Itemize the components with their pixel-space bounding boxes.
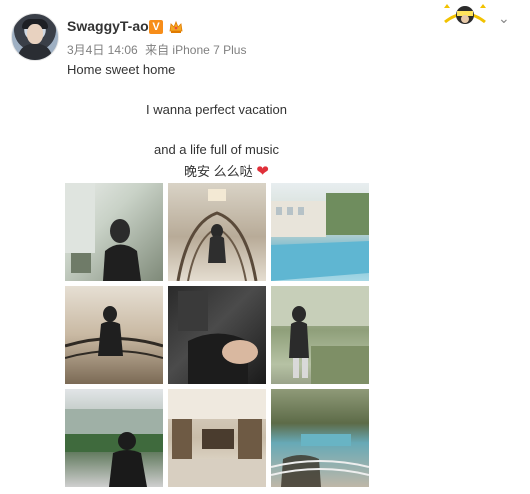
crown-icon[interactable] xyxy=(168,19,184,35)
source-prefix: 来自 xyxy=(145,43,170,57)
balcony-figure-icon xyxy=(65,306,163,359)
post-timestamp[interactable]: 3月4日 14:06 xyxy=(67,43,138,57)
closeup-hand-icon xyxy=(178,291,258,384)
heart-icon: ❤ xyxy=(256,163,269,180)
post-text-line-2: I wanna perfect vacation xyxy=(146,102,287,117)
pool-gate-icon xyxy=(271,434,369,487)
photo-5[interactable] xyxy=(168,286,266,384)
photo-3[interactable] xyxy=(271,183,369,281)
photo-8[interactable] xyxy=(168,389,266,487)
bedroom-interior-icon xyxy=(168,389,266,487)
avatar-body xyxy=(18,44,52,60)
verified-v-icon[interactable]: V xyxy=(149,20,163,34)
source-device[interactable]: iPhone 7 Plus xyxy=(172,43,246,57)
staircase-figure-icon xyxy=(176,189,258,281)
photo-6[interactable] xyxy=(271,286,369,384)
post-text-line-3: and a life full of music xyxy=(154,142,280,157)
post-text-line-4: 晚安 么么哒 ❤ xyxy=(184,161,269,180)
photo-1[interactable] xyxy=(65,183,163,281)
card-decoration-icon xyxy=(444,4,486,24)
username-link[interactable]: SwaggyT-ao xyxy=(67,18,149,34)
avatar[interactable] xyxy=(11,13,59,61)
avatar-face xyxy=(27,24,43,44)
photo-4[interactable] xyxy=(65,286,163,384)
post-text-goodnight: 晚安 么么哒 xyxy=(184,164,253,179)
post-text-line-1: Home sweet home xyxy=(67,62,176,77)
chevron-down-icon[interactable]: ⌄ xyxy=(498,10,510,27)
terrace-figure-icon xyxy=(65,409,163,487)
villa-pool-icon xyxy=(271,193,369,281)
garden-figure-icon xyxy=(271,286,369,384)
person-figure-icon xyxy=(65,183,141,281)
photo-2[interactable] xyxy=(168,183,266,281)
post-meta: 3月4日 14:06 来自 iPhone 7 Plus xyxy=(67,41,246,58)
photo-7[interactable] xyxy=(65,389,163,487)
photo-9[interactable] xyxy=(271,389,369,487)
